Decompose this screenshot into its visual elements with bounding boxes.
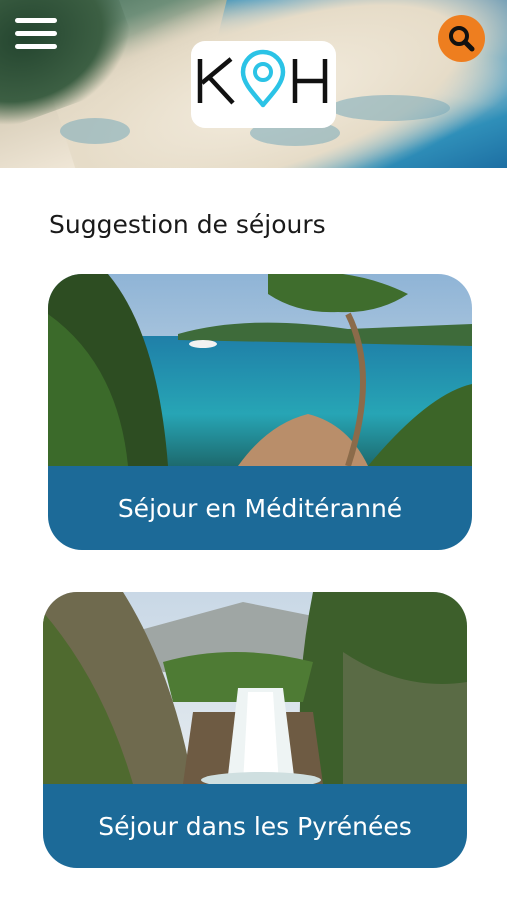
hamburger-menu-icon <box>15 31 57 36</box>
search-button[interactable] <box>438 15 485 62</box>
card-mediterranee[interactable]: Séjour en Méditéranné <box>48 274 472 550</box>
menu-button[interactable] <box>15 18 57 54</box>
logo-koh <box>197 49 328 108</box>
pyrenees-waterfall-image <box>43 592 467 784</box>
hamburger-menu-icon <box>15 18 57 23</box>
hamburger-menu-icon <box>15 44 57 49</box>
hero-tide-pool <box>60 118 130 144</box>
card-label: Séjour en Méditéranné <box>117 493 403 523</box>
logo[interactable] <box>191 41 336 128</box>
search-icon <box>449 26 475 52</box>
card-pyrenees[interactable]: Séjour dans les Pyrénées <box>43 592 467 868</box>
card-label-bar: Séjour en Méditéranné <box>48 466 472 550</box>
card-label: Séjour dans les Pyrénées <box>98 811 412 841</box>
card-label-bar: Séjour dans les Pyrénées <box>43 784 467 868</box>
hero-tide-pool <box>330 95 450 121</box>
mediterranean-cove-image <box>48 274 472 466</box>
section-title: Suggestion de séjours <box>49 210 326 239</box>
